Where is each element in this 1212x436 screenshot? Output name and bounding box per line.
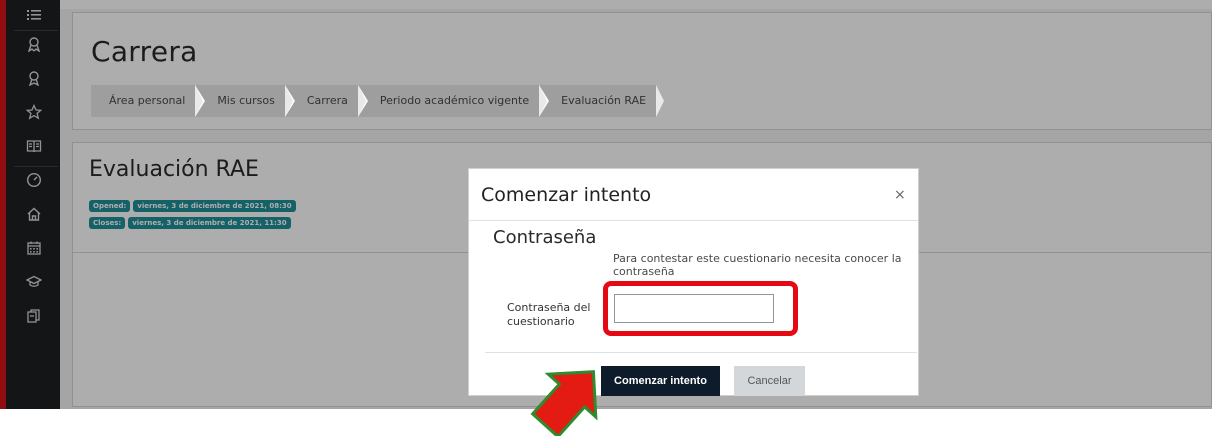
cancel-button[interactable]: Cancelar xyxy=(734,366,805,396)
dialog-header: Comenzar intento × xyxy=(469,169,918,221)
password-info-text: Para contestar este cuestionario necesit… xyxy=(613,252,902,278)
annotation-arrow-icon xyxy=(530,370,598,436)
dialog-footer-divider xyxy=(485,352,917,353)
password-section-title: Contraseña xyxy=(493,227,597,248)
close-icon[interactable]: × xyxy=(894,187,906,203)
start-attempt-button[interactable]: Comenzar intento xyxy=(601,366,720,396)
highlight-box xyxy=(603,281,798,336)
dialog-title: Comenzar intento xyxy=(481,184,652,206)
password-field-label: Contraseña del cuestionario xyxy=(507,301,591,328)
